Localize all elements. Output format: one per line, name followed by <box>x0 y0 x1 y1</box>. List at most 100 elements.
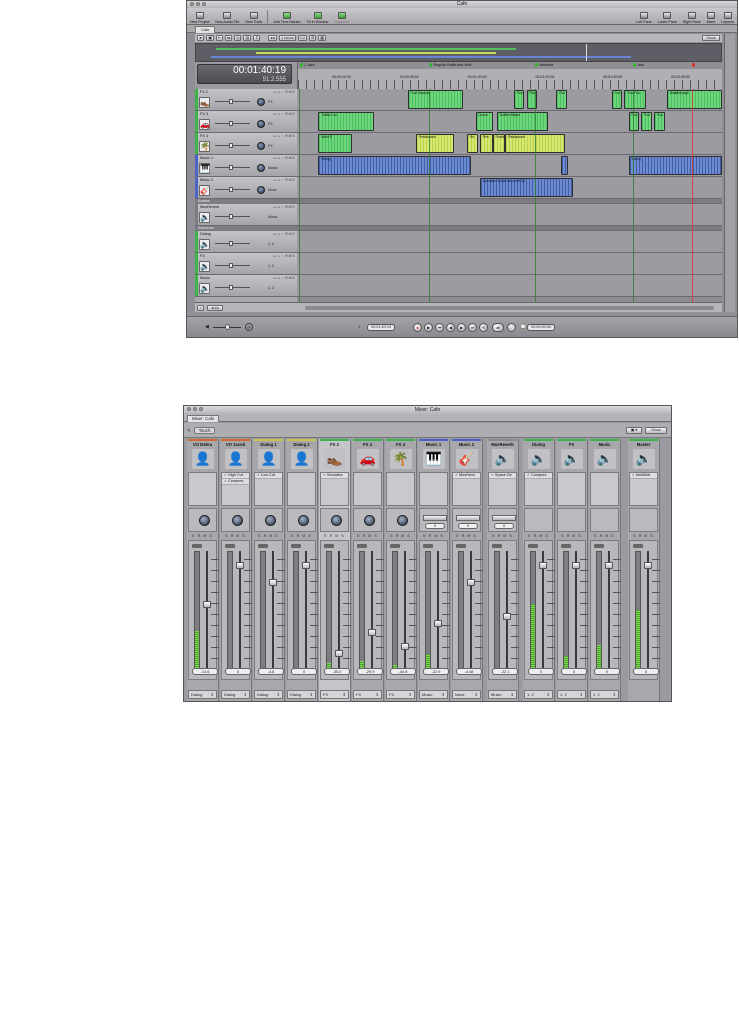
channel-strip[interactable]: FX 2 👞 Soundtra E R M S -35.0 FX <box>319 439 351 701</box>
audio-clip[interactable]: Walkthrough <box>666 90 722 109</box>
strip-name[interactable]: FX <box>556 442 587 447</box>
strip-buttons[interactable]: E R M S <box>418 534 449 538</box>
track-name[interactable]: FX 3 <box>200 112 208 116</box>
channel-strip[interactable]: FX 🔈 E R M S 0 1, 2 <box>556 439 588 701</box>
balance-control[interactable] <box>423 515 447 521</box>
audio-clip[interactable]: Foo <box>611 90 623 109</box>
audio-clip[interactable]: Swing <box>318 156 472 175</box>
volume-value[interactable]: -4.48 <box>456 668 482 675</box>
track-volume-slider[interactable] <box>215 187 250 192</box>
audio-clip[interactable]: Foo Foo <box>624 90 646 109</box>
track-name[interactable]: Music 1 <box>200 156 213 160</box>
effect-item[interactable]: Compres <box>525 473 552 479</box>
track-buttons[interactable]: ▭ ▭ ♢ R M S <box>273 90 295 94</box>
channel-strip[interactable]: Dialog 2 👤 E R M S 0 Dialog <box>286 439 318 701</box>
slider-thumb[interactable] <box>229 187 233 192</box>
close-button[interactable] <box>190 2 194 6</box>
automation-button[interactable] <box>633 544 643 548</box>
zoom-button[interactable] <box>202 2 206 6</box>
channel-strip[interactable]: VO Jacob 👤 High CutCompres E R M S 0 Dialog <box>220 439 252 701</box>
automation-button[interactable] <box>423 544 433 548</box>
track-bus-menu[interactable]: Music <box>268 215 277 219</box>
pan-knob[interactable] <box>298 515 309 526</box>
track-buttons[interactable]: ▭ ▭ ♢ R M S <box>273 232 295 236</box>
audio-clip[interactable]: Foo <box>628 112 640 131</box>
channel-strip[interactable]: FX 3 🚗 E R M S -29.9 FX <box>352 439 384 701</box>
slider-thumb[interactable] <box>229 165 233 170</box>
volume-value[interactable]: 0 <box>633 668 659 675</box>
channel-strip[interactable]: Music 1 🎹 0 E R M S -22.9 Music <box>418 439 450 701</box>
volume-fader[interactable] <box>434 620 442 628</box>
pan-knob[interactable] <box>199 515 210 526</box>
track-bus-menu[interactable]: None <box>268 188 277 192</box>
arrow-tool-button[interactable]: ➤ <box>197 35 205 41</box>
volume-fader[interactable] <box>269 579 277 586</box>
automation-button[interactable] <box>528 544 538 548</box>
volume-value[interactable]: -29.9 <box>357 668 383 675</box>
pan-knob[interactable] <box>257 142 265 150</box>
volume-value[interactable]: -44.8 <box>390 668 416 675</box>
audio-clip[interactable]: Re <box>467 134 478 153</box>
audio-clip[interactable]: Acoustic Guitar Jazz Left 03 <box>479 178 574 197</box>
strip-buttons[interactable]: E R M S <box>628 534 659 538</box>
right-pane-button[interactable]: Right Pane <box>680 8 704 24</box>
strip-name[interactable]: Dialog 2 <box>286 442 317 447</box>
effects-slot[interactable]: Soundtra <box>320 472 349 506</box>
channel-strip[interactable]: Dialog 🔈 Compres E R M S 0 1, 2 <box>523 439 555 701</box>
output-menu[interactable]: Dialog <box>188 690 217 699</box>
track-buttons[interactable]: ▭ ▭ ♢ R M S <box>273 205 295 209</box>
lower-pane-button[interactable]: Lower Pane <box>655 8 680 24</box>
time-marker[interactable]: Regular Radio and Well <box>429 62 471 68</box>
channel-strip[interactable]: VO Debra 👤 E R M S -14.6 Dialog <box>187 439 219 701</box>
timeline-lanes[interactable]: Foot Sounds Foo Foo Foo Foo Foo Foo Walkthroug… <box>297 89 722 302</box>
effects-slot[interactable] <box>419 472 448 506</box>
slider-thumb[interactable] <box>229 241 233 246</box>
effect-item[interactable]: MusReve <box>453 473 480 479</box>
tool-button[interactable]: ▤ <box>243 35 252 41</box>
strip-name[interactable]: VO Jacob <box>220 442 251 447</box>
minimize-button[interactable] <box>196 2 200 6</box>
rewind-button[interactable]: ◀ <box>446 323 455 332</box>
items-selector[interactable]: 1 Items <box>279 35 296 41</box>
automation-button[interactable] <box>258 544 268 548</box>
add-button[interactable]: + <box>197 305 204 311</box>
go-to-start-button[interactable]: ⏮ <box>435 323 444 332</box>
track-buttons[interactable]: ▭ ▭ ♢ R M S <box>273 276 295 280</box>
audio-clip[interactable] <box>560 156 569 175</box>
audio-clip[interactable]: Foo <box>513 90 525 109</box>
effects-slot[interactable]: Low Cut <box>254 472 283 506</box>
output-menu[interactable]: Dialog <box>221 690 250 699</box>
channel-strip[interactable]: MusReverb 🔈 Space De 0 E R M S -22.1 Music <box>487 439 519 701</box>
output-menu[interactable]: FX <box>386 690 415 699</box>
strip-buttons[interactable]: E R M S <box>451 534 482 538</box>
track-volume-slider[interactable] <box>215 241 250 246</box>
new-track-button[interactable]: New Track <box>242 8 265 24</box>
automation-button[interactable] <box>390 544 400 548</box>
balance-value[interactable]: 0 <box>494 523 514 529</box>
pan-knob[interactable] <box>257 164 265 172</box>
track-buttons[interactable]: ▭ ▭ ♢ R M S <box>273 178 295 182</box>
effect-item[interactable]: Low Cut <box>255 473 282 479</box>
track-name[interactable]: Dialog <box>200 232 211 236</box>
vertical-scrollbar[interactable] <box>724 34 735 312</box>
audio-clip[interactable]: Doors <box>475 112 493 131</box>
effects-slot[interactable]: MusReve <box>452 472 481 506</box>
volume-fader[interactable] <box>503 612 511 620</box>
record-button[interactable]: ● <box>413 323 422 332</box>
zoom-select[interactable]: area <box>207 305 223 311</box>
track-lane[interactable]: Traffic Car Doors Coffee Maker Foo Foo Foo <box>297 111 722 133</box>
effects-slot[interactable] <box>287 472 316 506</box>
pan-knob[interactable] <box>397 515 408 526</box>
track-header[interactable]: FX 🔈 1, 2 ▭ ▭ ♢ R M S <box>195 253 297 275</box>
master-volume-slider[interactable] <box>213 324 241 330</box>
pan-knob[interactable] <box>265 515 276 526</box>
strip-name[interactable]: MusReverb <box>487 442 518 447</box>
strip-buttons[interactable]: E R M S <box>589 534 620 538</box>
strip-buttons[interactable]: E R M S <box>319 534 350 538</box>
track-lane[interactable]: Foot Sounds Foo Foo Foo Foo Foo Foo Walkthroug… <box>297 89 722 111</box>
time-marker[interactable]: 1 Jazz <box>300 62 315 68</box>
strip-name[interactable]: Music <box>589 442 620 447</box>
strip-name[interactable]: Dialog <box>523 442 554 447</box>
track-volume-slider[interactable] <box>215 263 250 268</box>
go-to-end-button[interactable]: ⏭ <box>468 323 477 332</box>
